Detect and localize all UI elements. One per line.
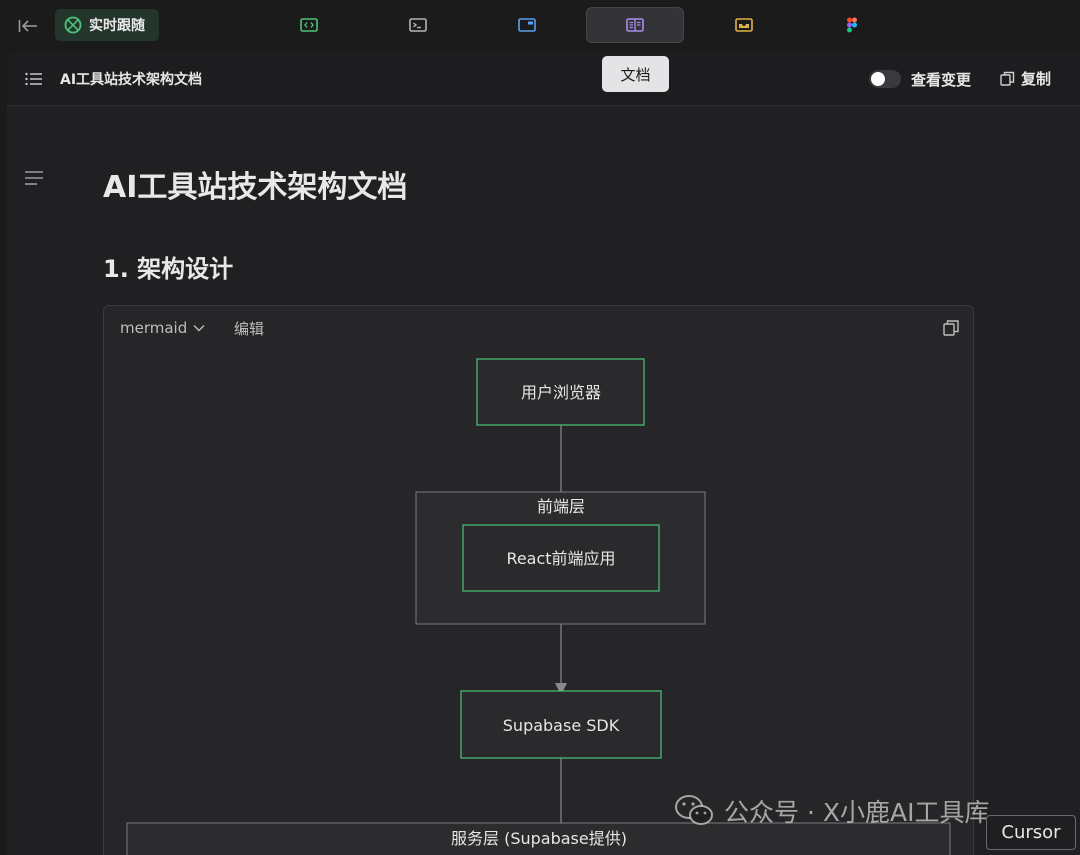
collapse-left-icon [18,20,37,32]
follow-target-icon [64,16,82,34]
live-follow-label: 实时跟随 [89,18,145,34]
copy-document-button[interactable]: 复制 [1000,68,1051,89]
document-heading: AI工具站技术架构文档 [103,170,408,205]
inbox-icon [735,18,753,32]
code-icon [300,18,318,32]
list-icon [25,72,42,86]
mermaid-code-block: mermaid 编辑 前端层 服务层 (Supabase提供) 用户浏览器 Re… [103,305,974,855]
architecture-diagram: 前端层 服务层 (Supabase提供) 用户浏览器 React前端应用 Sup… [126,358,951,855]
cursor-badge: Cursor [986,815,1076,850]
document-icon [626,18,644,32]
tab-browser[interactable] [478,7,576,43]
live-follow-button[interactable]: 实时跟随 [55,9,159,41]
panel-title: AI工具站技术架构文档 [60,72,203,88]
tab-figma[interactable] [803,7,901,43]
document-panel: AI工具站技术架构文档 查看变更 复制 AI工具站技术架构文档 1. 架构设计 … [7,52,1080,855]
figma-icon [847,17,857,33]
browser-icon [518,18,536,32]
tab-terminal[interactable] [369,7,467,43]
copy-label: 复制 [1021,70,1052,88]
view-changes-label[interactable]: 查看变更 [911,69,971,90]
frontend-group-label: 前端层 [537,497,585,516]
menu-lines-icon [25,171,43,185]
wechat-icon [675,795,713,825]
node-react-app-label: React前端应用 [506,549,615,568]
collapse-sidebar-button[interactable] [14,12,42,40]
toc-toggle[interactable] [24,170,44,186]
terminal-icon [409,18,427,32]
top-toolbar: 实时跟随 [0,0,1080,52]
watermark-text: 公众号 · X小鹿AI工具库 [724,798,990,827]
service-group-label: 服务层 (Supabase提供) [451,829,627,848]
outline-button[interactable] [24,69,44,89]
node-supabase-sdk-label: Supabase SDK [503,716,620,735]
tab-code[interactable] [260,7,358,43]
view-changes-toggle[interactable] [869,70,901,88]
tab-inbox[interactable] [695,7,793,43]
section-heading: 1. 架构设计 [103,255,234,283]
copy-icon [1000,71,1015,86]
panel-header: AI工具站技术架构文档 查看变更 复制 [7,52,1080,106]
toggle-knob [871,72,885,86]
node-browser-label: 用户浏览器 [521,383,601,402]
tab-document[interactable] [586,7,684,43]
tab-tooltip: 文档 [602,56,669,92]
watermark: 公众号 · X小鹿AI工具库 [674,793,989,829]
